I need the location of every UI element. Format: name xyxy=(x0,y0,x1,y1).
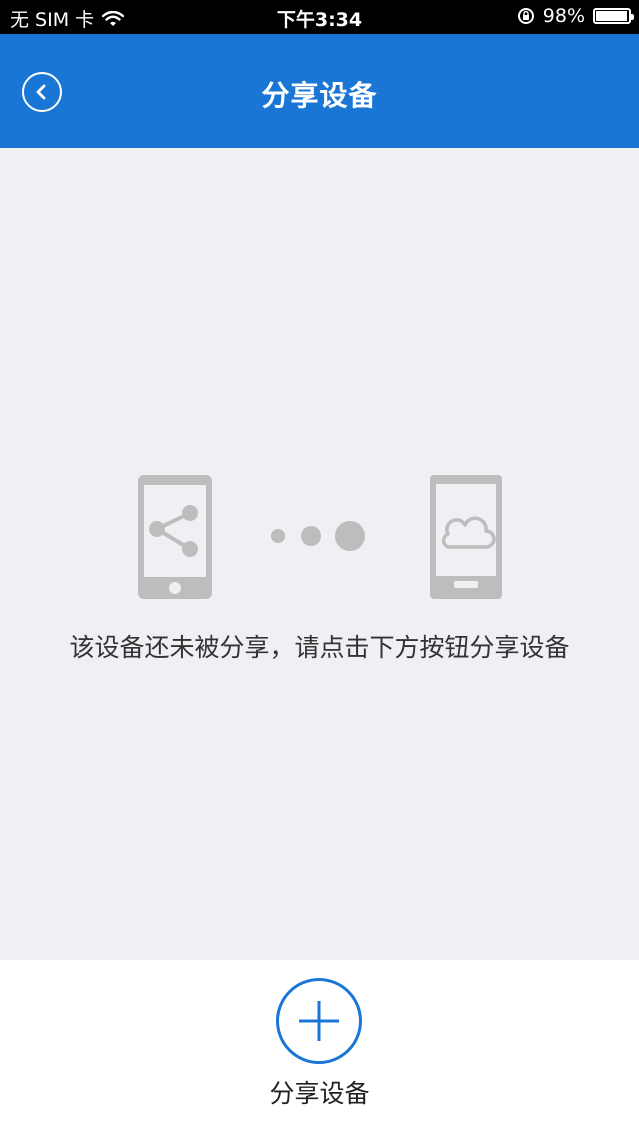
status-bar: 无 SIM 卡 下午3:34 98% xyxy=(0,0,639,34)
bottom-bar: 分享设备 xyxy=(0,960,639,1136)
battery-icon xyxy=(593,8,634,24)
battery-percent: 98% xyxy=(542,5,585,27)
plus-icon xyxy=(299,1001,339,1041)
status-right: 98% xyxy=(517,5,634,27)
page-title: 分享设备 xyxy=(261,79,378,112)
progress-dots-icon xyxy=(271,521,365,551)
phone-cloud-icon xyxy=(430,475,502,599)
share-illustration xyxy=(138,475,502,599)
phone-share-icon xyxy=(138,475,212,599)
nav-bar: 分享设备 xyxy=(0,34,639,148)
share-device-button[interactable] xyxy=(276,978,362,1064)
share-device-label[interactable]: 分享设备 xyxy=(0,1074,639,1110)
empty-state-area: 该设备还未被分享，请点击下方按钮分享设备 xyxy=(0,148,639,960)
orientation-lock-icon xyxy=(517,8,534,24)
battery-fill xyxy=(596,11,627,21)
empty-message: 该设备还未被分享，请点击下方按钮分享设备 xyxy=(69,633,570,662)
